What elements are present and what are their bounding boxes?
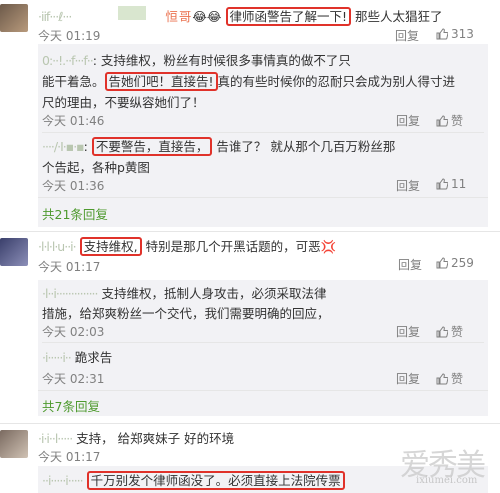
emoji: 💢: [320, 239, 337, 254]
like-label: 赞: [451, 372, 464, 386]
divider: [42, 132, 484, 133]
like-button[interactable]: 赞: [436, 323, 463, 340]
timestamp: 今天 01:46: [42, 114, 105, 128]
reply-1: 0:··!.··f···f··: 支持维权，粉丝有时候很多事情真的做不了只 能干…: [42, 50, 482, 113]
replies-box: ·l··i·············· 支持维权，抵制人身攻击，必须采取法律 措…: [38, 280, 488, 416]
username-redacted: [118, 6, 146, 20]
username-blurred[interactable]: ·iif···ℓ···: [38, 9, 72, 24]
avatar[interactable]: [0, 4, 28, 32]
comment-2: ·l·l·l·u··i· 支持维权, 特别是那几个开黑话题的，可恶💢 今天 01…: [0, 232, 500, 422]
emoji: 😂😂: [192, 9, 222, 24]
timestamp: 今天 01:19: [38, 29, 101, 43]
like-label: 赞: [451, 114, 464, 128]
highlighted-text: 告她们吧！直接告!: [104, 72, 218, 91]
comment-text-rest: 特别是那几个开黑话题的，可恶: [145, 239, 321, 254]
reply-button[interactable]: 回复: [395, 27, 419, 44]
watermark-url: ixiumei.com: [416, 475, 478, 486]
reply-button[interactable]: 回复: [398, 256, 422, 273]
reply-text: 支持维权，抵制人身攻击，必须采取法律: [101, 286, 327, 301]
like-button[interactable]: 313: [436, 27, 474, 41]
reply-text-rest: 真的有些时候你的忍耐只会成为别人得寸进: [217, 74, 456, 89]
more-replies-link[interactable]: 共7条回复: [42, 396, 100, 415]
reply-text: 跪求告: [74, 350, 113, 365]
comment-1: ·iif···ℓ··· 恒哥😂😂 律师函警告了解一下! 那些人太猖狂了 今天 0…: [0, 0, 500, 230]
reply-button[interactable]: 回复: [396, 323, 420, 340]
comment-text: ·i·i··l····· 支持， 给郑爽妹子 好的环境: [38, 428, 234, 447]
reply-text: 支持维权，粉丝有时候很多事情真的做不了只: [100, 53, 351, 68]
reply-1: ··i·····i····· 千万别发个律师函没了。必须直接上法院传票: [42, 470, 345, 490]
colon: :: [83, 139, 88, 154]
like-button[interactable]: 259: [436, 256, 474, 270]
highlighted-text: 不要警告，直接告，: [91, 137, 213, 156]
thumbs-up-icon: [436, 115, 448, 127]
timestamp: 今天 01:17: [38, 450, 101, 464]
timestamp: 今天 01:17: [38, 260, 101, 274]
reply-username-blurred[interactable]: ··i·····i·····: [42, 473, 84, 488]
highlighted-text: 律师函警告了解一下!: [225, 7, 352, 26]
thumbs-up-icon: [436, 257, 448, 269]
like-button[interactable]: 赞: [436, 112, 463, 129]
divider: [38, 390, 488, 391]
like-count: 259: [451, 256, 474, 270]
like-button[interactable]: 11: [436, 177, 466, 191]
reply-text-prefix: 能干着急。: [42, 74, 105, 89]
reply-2: ·i·····i·· 跪求告: [42, 348, 112, 368]
reply-username-blurred[interactable]: 0:··!.··f···f··: [42, 53, 94, 68]
reply-username-blurred[interactable]: ·i·····i··: [42, 350, 72, 365]
avatar[interactable]: [0, 430, 28, 458]
replies-box: 0:··!.··f···f··: 支持维权，粉丝有时候很多事情真的做不了只 能干…: [38, 44, 488, 227]
username[interactable]: 恒哥: [165, 9, 192, 24]
reply-button[interactable]: 回复: [396, 112, 420, 129]
timestamp: 今天 02:03: [42, 325, 105, 339]
highlighted-text: 支持维权,: [79, 237, 142, 256]
comment-text: ·l·l·l·u··i· 支持维权, 特别是那几个开黑话题的，可恶💢: [38, 236, 337, 256]
reply-2: ····/·I·▪·▪: 不要警告，直接告， 告谁了？ 就从那个几百万粉丝那 个…: [42, 136, 482, 178]
highlighted-text: 千万别发个律师函没了。必须直接上法院传票: [86, 471, 345, 490]
reply-username-blurred[interactable]: ·l··i··············: [42, 286, 98, 301]
thumbs-up-icon: [436, 178, 448, 190]
divider: [42, 342, 484, 343]
reply-1: ·l··i·············· 支持维权，抵制人身攻击，必须采取法律 措…: [42, 284, 482, 324]
thumbs-up-icon: [436, 28, 448, 40]
reply-text-end: 措施，给郑爽粉丝一个交代，我们需要明确的回应，: [42, 306, 330, 321]
timestamp: 今天 02:31: [42, 372, 105, 386]
colon: :: [92, 53, 97, 68]
comment-text-rest: 那些人太猖狂了: [355, 9, 443, 24]
reply-button[interactable]: 回复: [396, 370, 420, 387]
like-button[interactable]: 赞: [436, 370, 463, 387]
username-blurred[interactable]: ·l·l·l·u··i·: [38, 239, 77, 254]
reply-text-end: 尺的理由，不要纵容她们了！: [42, 95, 205, 110]
timestamp: 今天 01:36: [42, 179, 105, 193]
thumbs-up-icon: [436, 326, 448, 338]
reply-button[interactable]: 回复: [396, 177, 420, 194]
reply-username-blurred[interactable]: ····/·I·▪·▪: [42, 139, 85, 154]
like-count: 313: [451, 27, 474, 41]
comment-text-body: 支持， 给郑爽妹子 好的环境: [76, 431, 235, 446]
avatar[interactable]: [0, 238, 28, 266]
divider: [38, 197, 488, 198]
more-replies-link[interactable]: 共21条回复: [42, 204, 108, 223]
like-label: 赞: [451, 325, 464, 339]
reply-text-end: 个告起，各种p黄图: [42, 160, 150, 175]
reply-text: 告谁了？ 就从那个几百万粉丝那: [216, 139, 396, 154]
comment-text: ·iif···ℓ··· 恒哥😂😂 律师函警告了解一下! 那些人太猖狂了: [38, 6, 443, 26]
like-count: 11: [451, 177, 467, 191]
thumbs-up-icon: [436, 373, 448, 385]
username-blurred[interactable]: ·i·i··l·····: [38, 431, 73, 446]
